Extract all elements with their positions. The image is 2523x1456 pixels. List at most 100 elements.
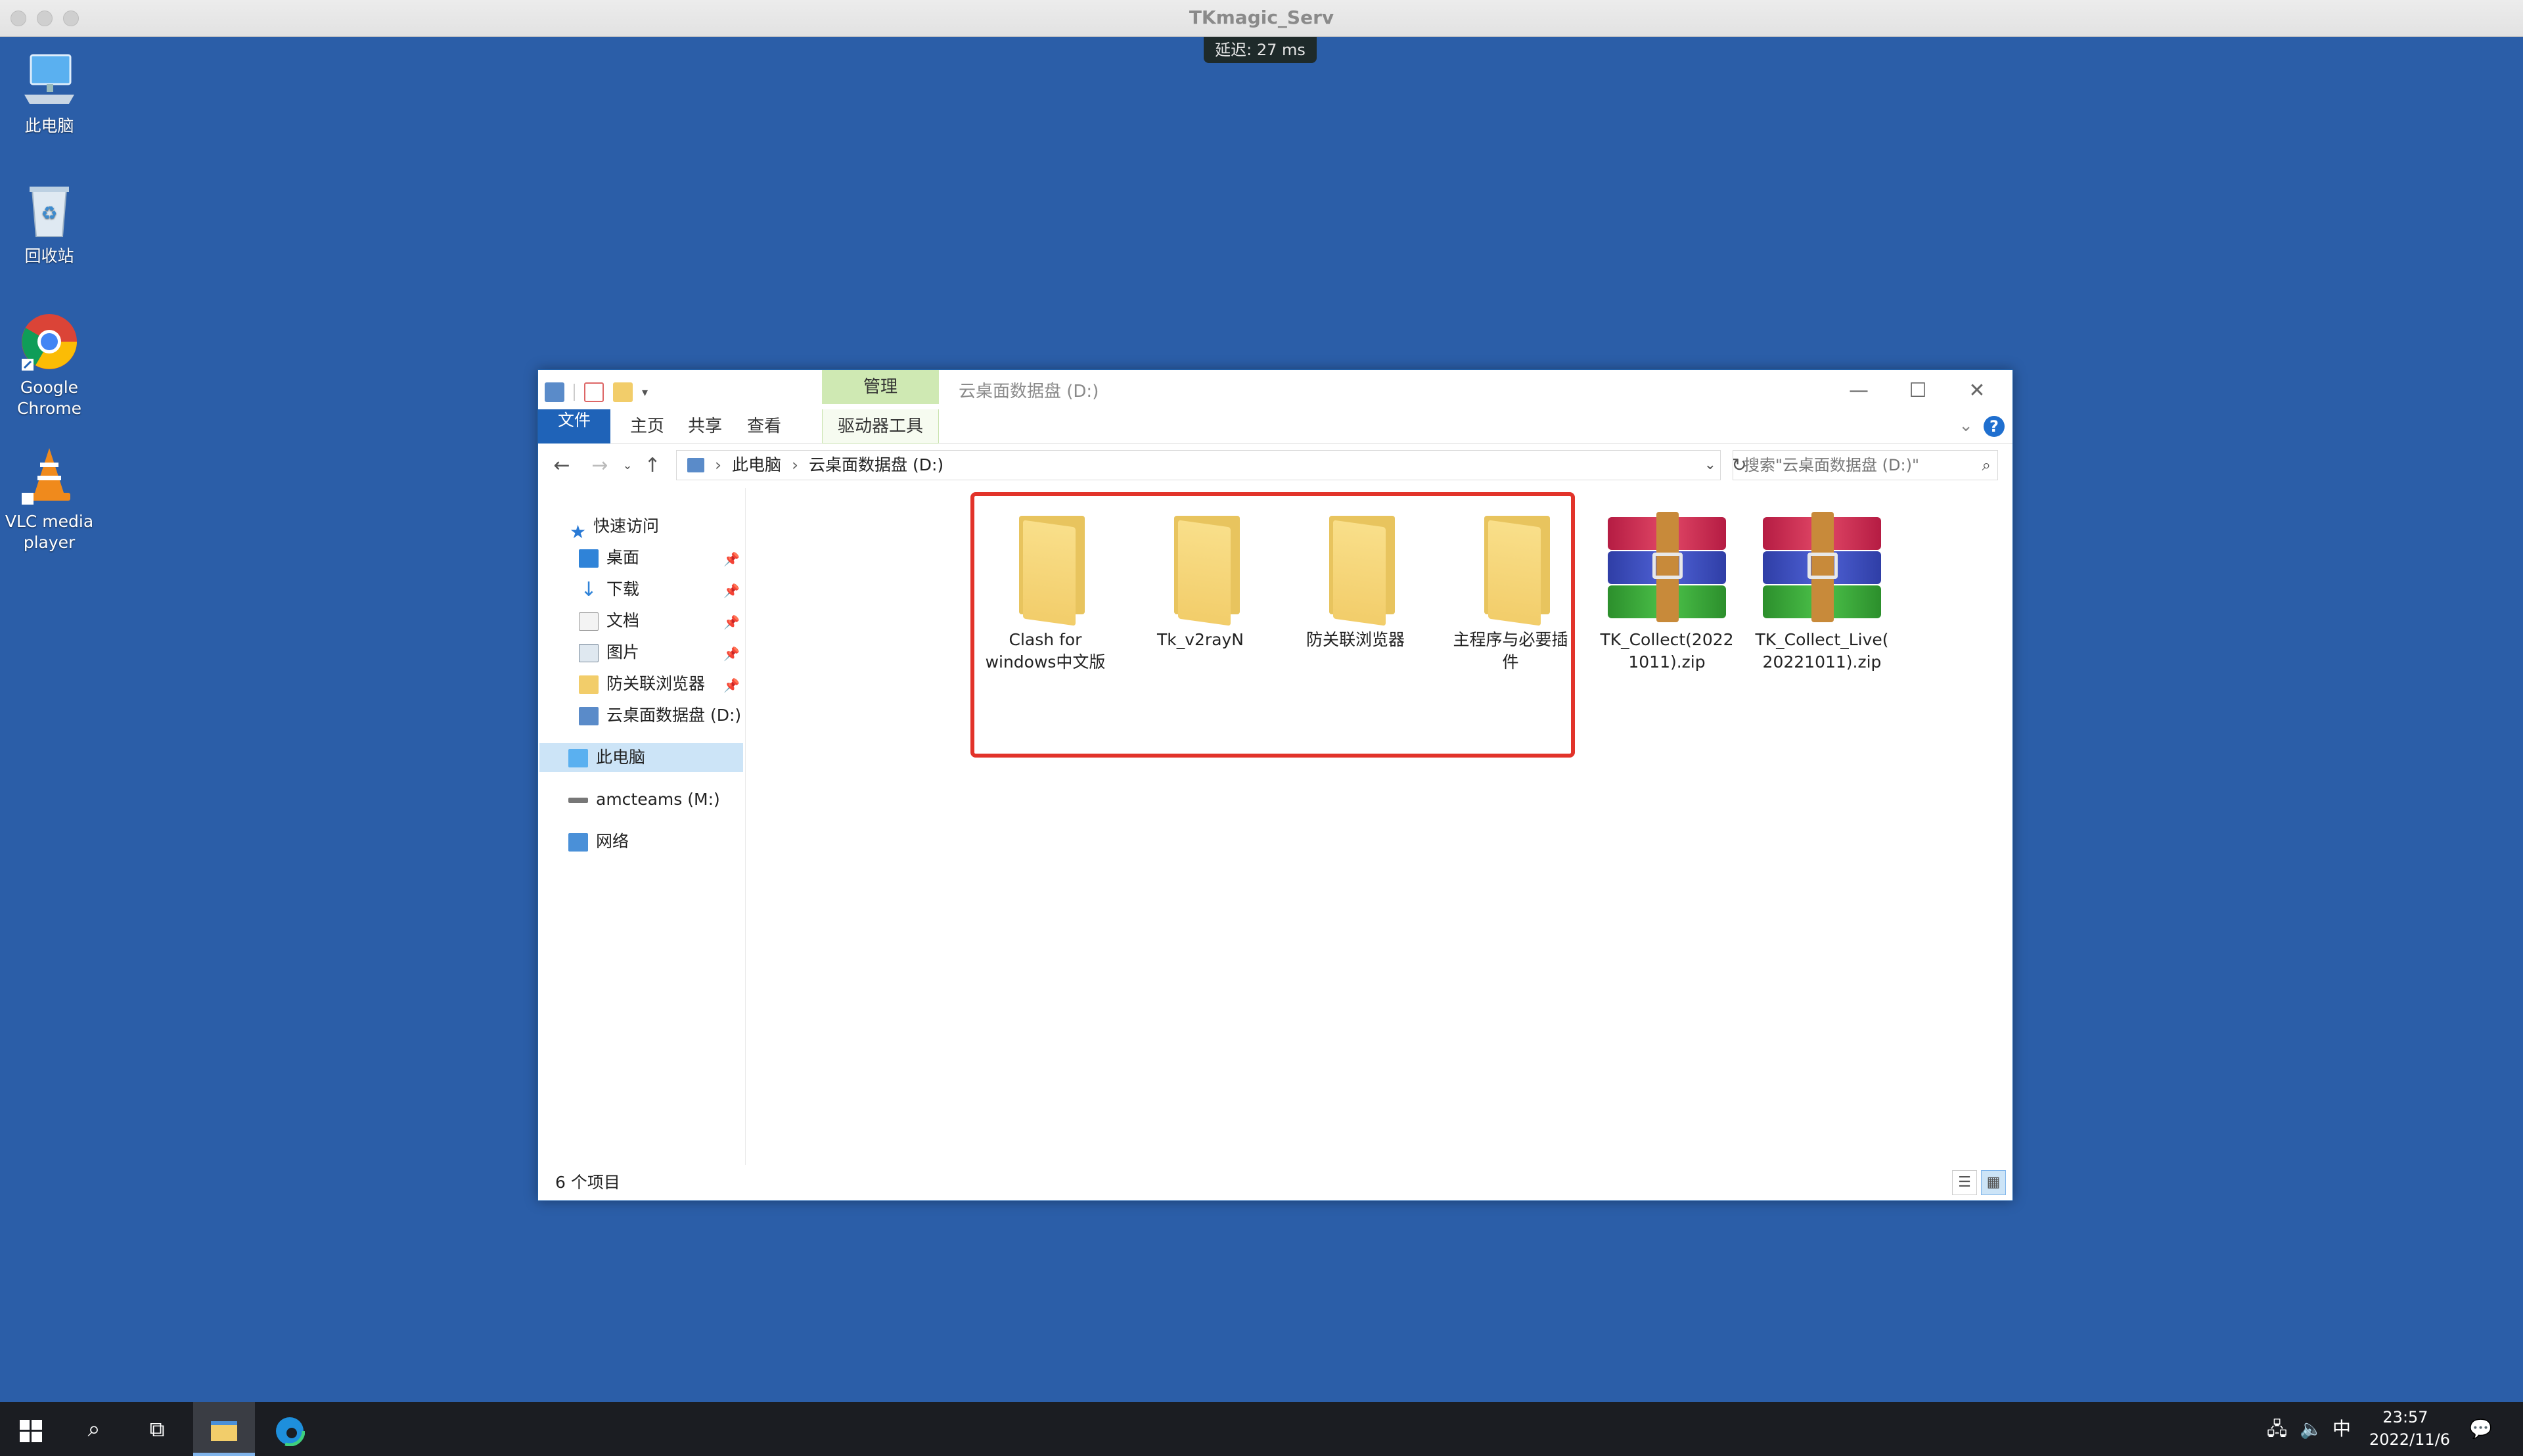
drive-icon (579, 707, 599, 725)
chevron-right-icon[interactable]: › (715, 451, 721, 480)
drive-icon[interactable] (545, 382, 564, 402)
search-input[interactable]: 搜索"云桌面数据盘 (D:)" ⌕ (1733, 450, 1998, 480)
breadcrumb-this-pc[interactable]: 此电脑 (732, 451, 781, 480)
desktop-icon-label: 回收站 (24, 246, 74, 265)
input-language[interactable]: 中 (2332, 1402, 2351, 1456)
nav-label: amcteams (M:) (596, 790, 720, 809)
nav-network-drive[interactable]: amcteams (M:) (568, 785, 720, 814)
volume-icon[interactable]: 🔈 (2300, 1402, 2323, 1456)
pin-icon[interactable]: 📌 (723, 551, 740, 567)
ribbon-expand-icon[interactable]: ⌄ (1959, 416, 1973, 436)
file-name: TK_Collect(2022 (1600, 630, 1734, 649)
nav-label: 桌面 (606, 548, 640, 567)
nav-label: 防关联浏览器 (606, 674, 706, 693)
nav-label: 网络 (596, 832, 629, 851)
nav-item-documents[interactable]: 文档 (579, 606, 639, 635)
nav-label: 下载 (606, 580, 640, 599)
notification-icon[interactable]: 💬 (2469, 1402, 2492, 1456)
window-title: TKmagic_Serv (1189, 7, 1334, 28)
mac-title-bar: TKmagic_Serv (0, 0, 2523, 37)
nav-quick-access[interactable]: ★ 快速访问 (570, 512, 660, 543)
tab-share[interactable]: 共享 (681, 409, 729, 444)
up-icon[interactable]: ↑ (638, 451, 667, 480)
desktop-icon-recycle-bin[interactable]: ♻ 回收站 (0, 179, 99, 267)
file-explorer-taskbar-icon[interactable] (193, 1402, 255, 1456)
latency-badge: 延迟: 27 ms (1204, 37, 1317, 63)
folder-clash[interactable]: Clash for windows中文版 (973, 512, 1118, 673)
search-icon[interactable]: ⌕ (63, 1402, 125, 1456)
folder-icon (1309, 512, 1401, 626)
chevron-down-icon[interactable]: ⌄ (1704, 451, 1716, 480)
nav-this-pc[interactable]: 此电脑 (539, 743, 743, 772)
desktop-icon (579, 549, 599, 568)
search-placeholder: 搜索"云桌面数据盘 (D:)" (1744, 456, 1919, 474)
help-icon[interactable]: ? (1984, 416, 2005, 437)
pin-icon[interactable]: 📌 (723, 614, 740, 630)
clock-time: 23:57 (2382, 1408, 2428, 1426)
folder-main-program[interactable]: 主程序与必要插 件 (1438, 512, 1583, 673)
nav-item-data-drive[interactable]: 云桌面数据盘 (D:) (579, 701, 741, 730)
desktop-icon-this-pc[interactable]: 此电脑 (0, 49, 99, 137)
tab-drive-tools[interactable]: 驱动器工具 (822, 409, 939, 444)
maximize-icon[interactable]: ☐ (1889, 374, 1947, 408)
tab-view[interactable]: 查看 (740, 409, 788, 444)
minimize-icon[interactable]: — (1830, 374, 1888, 408)
folder-browser[interactable]: 防关联浏览器 (1283, 512, 1428, 651)
folder-icon (1154, 512, 1246, 626)
folder-icon (1465, 512, 1557, 626)
nav-item-browser-folder[interactable]: 防关联浏览器 (579, 670, 705, 698)
pin-icon[interactable]: 📌 (723, 646, 740, 662)
pin-icon[interactable]: 📌 (723, 677, 740, 693)
large-icons-view-icon[interactable]: ▦ (1981, 1170, 2006, 1195)
folder-icon (579, 675, 599, 694)
pin-icon[interactable]: 📌 (723, 583, 740, 599)
close-icon[interactable]: ✕ (1948, 374, 2006, 408)
nav-item-pictures[interactable]: 图片 (579, 638, 639, 667)
recycle-bin-icon: ♻ (18, 179, 81, 242)
qat-dropdown-icon[interactable]: ▾ (642, 386, 648, 399)
nav-label: 图片 (606, 643, 640, 662)
winrar-archive-icon (1602, 512, 1731, 622)
properties-icon[interactable] (584, 382, 604, 402)
nav-item-downloads[interactable]: ↓ 下载 (579, 575, 639, 604)
contextual-tab-manage[interactable]: 管理 (822, 370, 939, 404)
network-status-icon[interactable]: 🖧 (2267, 1402, 2287, 1456)
network-icon (568, 833, 588, 852)
forward-icon[interactable]: → (585, 451, 614, 480)
archive-tk-collect[interactable]: TK_Collect(2022 1011).zip (1595, 512, 1739, 673)
tab-home[interactable]: 主页 (624, 409, 671, 444)
archive-tk-collect-live[interactable]: TK_Collect_Live( 20221011).zip (1750, 512, 1894, 673)
nav-label: 快速访问 (593, 516, 660, 535)
search-icon[interactable]: ⌕ (1982, 451, 1991, 480)
task-view-icon[interactable]: ⧉ (126, 1402, 188, 1456)
picture-icon (579, 644, 599, 662)
nav-label: 文档 (606, 611, 640, 630)
desktop-icon-chrome[interactable]: Google Chrome (0, 310, 99, 419)
desktop-icon-vlc[interactable]: VLC media player (0, 444, 99, 553)
new-folder-icon[interactable] (613, 382, 633, 402)
start-windows-icon[interactable] (0, 1402, 62, 1456)
tab-file[interactable]: 文件 (538, 409, 610, 444)
chevron-right-icon[interactable]: › (792, 451, 798, 480)
back-icon[interactable]: ← (547, 451, 576, 480)
svg-text:♻: ♻ (41, 202, 57, 224)
address-bar[interactable]: › 此电脑 › 云桌面数据盘 (D:) ⌄ (676, 450, 1721, 480)
explorer-title-bar: ▾ 管理 云桌面数据盘 (D:) — ☐ ✕ (538, 370, 2012, 415)
desktop-icon-label: Google Chrome (16, 378, 82, 418)
file-name: 1011).zip (1628, 652, 1706, 671)
ribbon-tabs: 文件 主页 共享 查看 驱动器工具 ⌄ ? (538, 409, 2012, 444)
chrome-icon (18, 310, 81, 373)
nav-network[interactable]: 网络 (568, 827, 629, 856)
file-list: Clash for windows中文版 Tk_v2rayN 防关联浏览器 主程… (747, 488, 2009, 1165)
nav-item-desktop[interactable]: 桌面 (579, 543, 639, 572)
taskbar-clock[interactable]: 23:57 2022/11/6 (2369, 1406, 2450, 1451)
computer-icon (568, 749, 588, 767)
breadcrumb-drive[interactable]: 云桌面数据盘 (D:) (809, 451, 943, 480)
folder-tk-v2rayn[interactable]: Tk_v2rayN (1128, 512, 1273, 651)
details-view-icon[interactable]: ☰ (1952, 1170, 1977, 1195)
qat-divider (574, 384, 575, 401)
edge-browser-icon[interactable] (259, 1402, 321, 1456)
network-drive-icon (568, 798, 588, 803)
file-name: TK_Collect_Live( (1755, 630, 1889, 649)
star-icon: ★ (570, 521, 587, 543)
